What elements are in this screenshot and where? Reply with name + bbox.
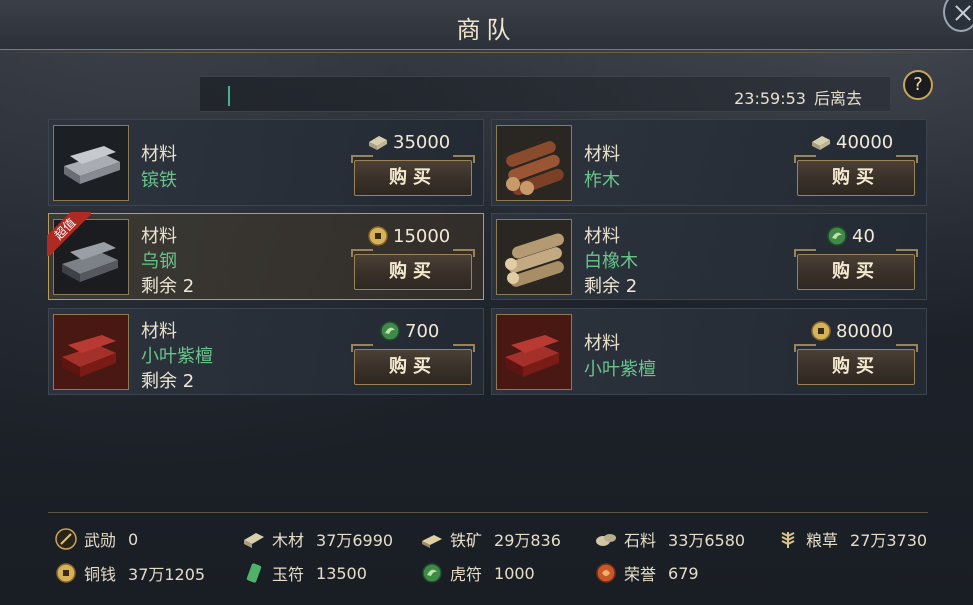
- resource-jade: 玉符 13500: [242, 561, 367, 585]
- shop-item-card: 超值 材料 乌钢 剩余 2 15000 购买: [47, 212, 484, 300]
- item-price: 700: [379, 319, 439, 343]
- item-name: 白橡木: [584, 251, 638, 272]
- resource-value: 679: [668, 563, 699, 583]
- badge-label: 超值: [47, 212, 91, 256]
- resource-honor: 荣誉 679: [594, 561, 699, 585]
- timer-countdown: 23:59:53: [734, 89, 806, 108]
- value-badge: 超值: [47, 212, 91, 256]
- tiger-token-icon: [422, 563, 442, 583]
- shop-item-card: 材料 小叶紫檀 剩余 2 700 购买: [48, 308, 484, 395]
- jade-token-icon: [246, 563, 262, 583]
- item-category: 材料: [584, 226, 620, 247]
- silver-ingot-icon: [369, 136, 387, 150]
- item-name: 镔铁: [141, 170, 177, 191]
- item-category: 材料: [141, 321, 177, 342]
- shop-item-card: 材料 小叶紫檀 80000 购买: [491, 308, 927, 395]
- copper-coin-icon: [368, 226, 388, 246]
- buy-button[interactable]: 购买: [351, 155, 475, 196]
- timer-suffix: 后离去: [813, 89, 862, 108]
- item-category: 材料: [584, 144, 620, 165]
- resource-value: 1000: [494, 563, 535, 583]
- price-value: 15000: [393, 225, 451, 247]
- item-remaining: 剩余 2: [141, 276, 195, 297]
- resource-label: 石料: [624, 531, 657, 550]
- logs-icon: [496, 125, 572, 201]
- item-remaining: 剩余 2: [141, 371, 195, 392]
- buy-button[interactable]: 购买: [794, 155, 918, 196]
- resource-value: 37万6990: [316, 531, 394, 550]
- buy-button[interactable]: 购买: [794, 249, 918, 290]
- resource-stone: 石料 33万6580: [594, 527, 745, 551]
- resource-label: 铜钱: [84, 565, 117, 584]
- resource-label: 粮草: [806, 531, 839, 550]
- resource-label: 虎符: [450, 565, 483, 584]
- grain-icon: [781, 532, 795, 548]
- tiger-token-icon: [380, 321, 400, 341]
- header-bar: 商队: [0, 0, 973, 53]
- item-price: 15000: [367, 224, 450, 248]
- item-name: 乌钢: [141, 251, 177, 272]
- resource-value: 33万6580: [668, 531, 746, 550]
- sword-medal-icon: [55, 528, 77, 550]
- resource-label: 木材: [272, 531, 305, 550]
- resource-tiger: 虎符 1000: [420, 561, 535, 585]
- resource-wood: 木材 37万6990: [242, 527, 393, 551]
- wood-icon: [244, 533, 264, 548]
- resource-iron: 铁矿 29万836: [420, 527, 561, 551]
- resource-value: 37万1205: [128, 565, 206, 584]
- item-name: 小叶紫檀: [141, 346, 213, 367]
- resource-label: 玉符: [272, 565, 305, 584]
- item-name: 柞木: [584, 170, 620, 191]
- price-value: 40000: [836, 131, 894, 153]
- price-value: 80000: [836, 320, 894, 342]
- stone-icon: [596, 534, 616, 546]
- resource-value: 0: [128, 529, 139, 549]
- resource-grain: 粮草 27万3730: [776, 527, 927, 551]
- resource-label: 铁矿: [450, 531, 483, 550]
- item-name: 小叶紫檀: [584, 359, 656, 380]
- buy-button[interactable]: 购买: [351, 344, 475, 385]
- buy-button[interactable]: 购买: [351, 249, 475, 290]
- item-price: 40000: [810, 130, 893, 154]
- iron-bars-icon: [53, 125, 129, 201]
- help-button[interactable]: ?: [903, 70, 933, 100]
- timer-bar: 23:59:53 后离去: [200, 76, 890, 112]
- resource-label: 武勋: [84, 531, 117, 550]
- timer-accent: [228, 86, 230, 106]
- red-wood-icon: [53, 314, 129, 390]
- resource-value: 27万3730: [850, 531, 928, 550]
- red-wood-icon: [496, 314, 572, 390]
- timer-text: 23:59:53 后离去: [734, 85, 862, 109]
- buy-button[interactable]: 购买: [794, 344, 918, 385]
- tiger-token-icon: [827, 226, 847, 246]
- shop-item-card: 材料 白橡木 剩余 2 40 购买: [491, 213, 927, 300]
- page-title: 商队: [456, 16, 517, 44]
- item-category: 材料: [141, 226, 177, 247]
- resource-bar: 武勋 0 木材 37万6990 铁矿 29万836 石料 33万6580 粮草 …: [48, 512, 928, 598]
- shop-item-card: 材料 镔铁 35000 购买: [48, 119, 484, 206]
- copper-coin-icon: [56, 563, 76, 583]
- item-price: 40: [826, 224, 875, 248]
- price-value: 35000: [393, 131, 451, 153]
- price-value: 40: [852, 225, 875, 247]
- price-value: 700: [405, 320, 440, 342]
- item-category: 材料: [584, 333, 620, 354]
- silver-ingot-icon: [812, 136, 830, 150]
- resource-value: 13500: [316, 563, 367, 583]
- item-remaining: 剩余 2: [584, 276, 638, 297]
- resource-value: 29万836: [494, 531, 561, 550]
- resource-merit: 武勋 0: [54, 527, 138, 551]
- iron-ore-icon: [422, 535, 442, 548]
- item-price: 35000: [367, 130, 450, 154]
- item-category: 材料: [141, 144, 177, 165]
- item-price: 80000: [810, 319, 893, 343]
- oak-logs-icon: [496, 219, 572, 295]
- resource-label: 荣誉: [624, 565, 657, 584]
- honor-icon: [596, 563, 616, 583]
- shop-item-card: 材料 柞木 40000 购买: [491, 119, 927, 206]
- resource-copper: 铜钱 37万1205: [54, 561, 205, 585]
- copper-coin-icon: [811, 321, 831, 341]
